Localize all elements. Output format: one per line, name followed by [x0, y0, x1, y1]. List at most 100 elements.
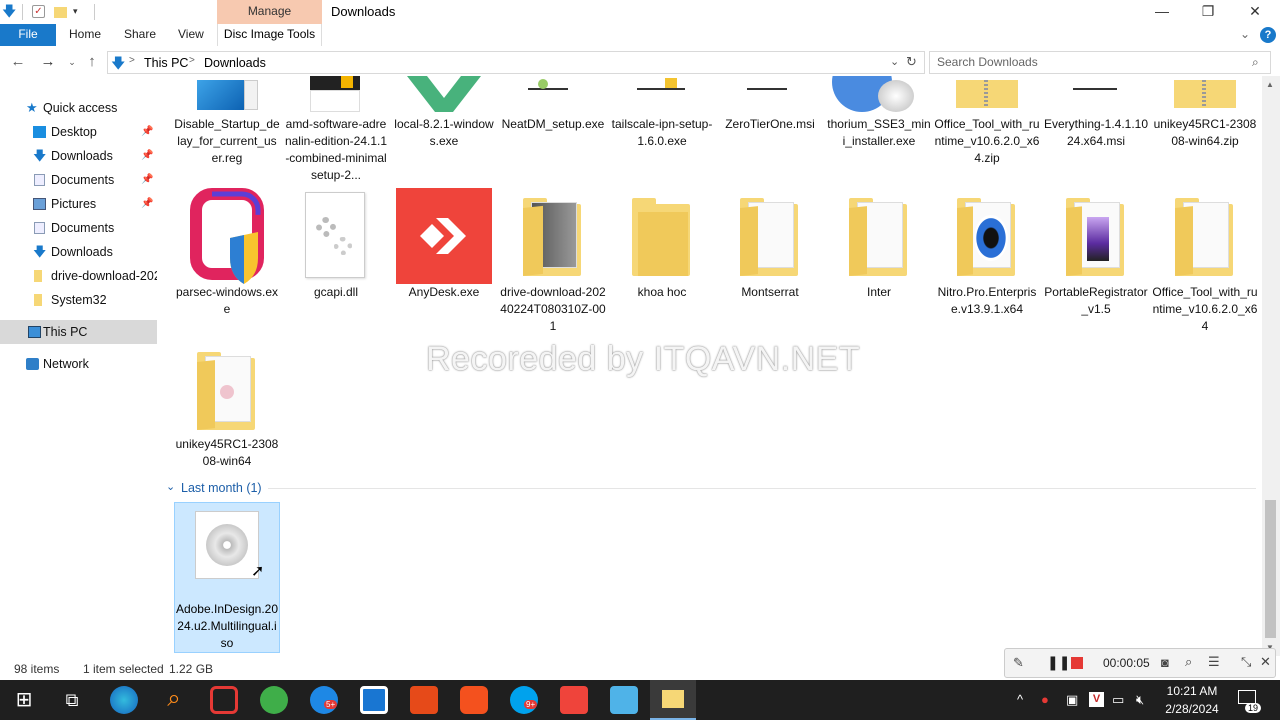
sidebar-item-documents[interactable]: Documents 📌 [0, 168, 157, 192]
pdf-app-icon[interactable] [410, 686, 438, 714]
zalo-icon[interactable]: 5+ [310, 686, 338, 714]
display-icon[interactable]: ▣ [1066, 692, 1078, 708]
zip-folder-icon [934, 76, 1040, 112]
clock-time[interactable]: 10:21 AM [1160, 684, 1224, 698]
group-header-last-month[interactable]: ⌄ Last month (1) [166, 480, 1256, 498]
sidebar-item-pictures[interactable]: Pictures 📌 [0, 192, 157, 216]
tab-home[interactable]: Home [69, 24, 101, 46]
minimize-recorder-icon[interactable]: ⤡ [1241, 654, 1251, 670]
list-item[interactable]: Montserrat [717, 186, 823, 326]
zoom-icon[interactable]: ⌕ [1185, 654, 1192, 670]
sidebar-item-downloads-2[interactable]: 🡇 Downloads [0, 240, 157, 264]
sidebar-item-system32[interactable]: System32 [0, 288, 157, 312]
edge-icon[interactable] [110, 686, 138, 714]
documents-icon [34, 174, 45, 186]
file-name: AnyDesk.exe [408, 285, 480, 299]
list-item[interactable]: unikey45RC1-230808-win64 [174, 346, 280, 476]
list-item[interactable]: local-8.2.1-windows.exe [391, 76, 497, 186]
close-button[interactable]: ✕ [1232, 0, 1278, 24]
properties-icon[interactable]: ✓ [32, 5, 45, 18]
restore-button[interactable]: ❐ [1185, 0, 1231, 24]
camera-icon[interactable]: ◙ [1161, 655, 1169, 670]
up-arrow-icon[interactable]: ↑ [82, 52, 102, 72]
windows-start-icon[interactable]: ⊞ [10, 686, 38, 714]
zip-folder-icon [1152, 76, 1258, 112]
help-icon[interactable]: ? [1260, 27, 1276, 43]
recorder-app-icon[interactable] [210, 686, 238, 714]
camera-app-icon[interactable] [460, 686, 488, 714]
list-item[interactable]: AnyDesk.exe [391, 186, 497, 326]
back-arrow-icon[interactable]: ← [8, 52, 28, 72]
tab-file[interactable]: File [0, 24, 56, 46]
list-item[interactable]: tailscale-ipn-setup-1.6.0.exe [609, 76, 715, 186]
list-item[interactable]: Nitro.Pro.Enterprise.v13.9.1.x64 [934, 186, 1040, 326]
collapse-ribbon-icon[interactable]: ⌄ [1240, 27, 1250, 41]
list-item[interactable]: Disable_Startup_delay_for_current_user.r… [174, 76, 280, 186]
notifications-icon[interactable] [1238, 690, 1256, 704]
sidebar-item-desktop[interactable]: Desktop 📌 [0, 120, 157, 144]
anydesk-taskbar-icon[interactable] [560, 686, 588, 714]
list-item[interactable]: Everything-1.4.1.1024.x64.msi [1043, 76, 1149, 186]
tab-view[interactable]: View [178, 24, 204, 46]
sidebar-item-network[interactable]: Network [0, 352, 157, 376]
list-item[interactable]: thorium_SSE3_mini_installer.exe [826, 76, 932, 186]
list-item[interactable]: amd-software-adrenalin-edition-24.1.1-co… [283, 76, 389, 186]
divider [94, 4, 95, 20]
address-bar[interactable]: 🡇 > This PC > Downloads ⌄ ↻ [107, 51, 925, 74]
breadcrumb-this-pc[interactable]: This PC [144, 56, 188, 70]
pen-icon[interactable]: ✎ [1013, 655, 1024, 671]
list-item[interactable]: Inter [826, 186, 932, 326]
list-item[interactable]: parsec-windows.exe [174, 186, 280, 326]
list-item[interactable]: khoa hoc [609, 186, 715, 326]
file-name: local-8.2.1-windows.exe [394, 117, 494, 148]
skype-icon[interactable]: 9+ [510, 686, 538, 714]
tab-disc-image-tools[interactable]: Disc Image Tools [217, 24, 322, 46]
show-hidden-icons[interactable]: ^ [1017, 692, 1023, 707]
network-tray-icon[interactable]: ▭ [1112, 692, 1124, 708]
selected-list-item[interactable]: ➚ Adobe.InDesign.2024.u2.Multilingual.is… [174, 502, 280, 653]
file-explorer-taskbar-button[interactable] [650, 680, 696, 720]
comment-icon[interactable]: ☰ [1208, 654, 1220, 670]
sidebar-item-quick-access[interactable]: ★ Quick access [0, 96, 157, 120]
app-green-icon[interactable] [260, 686, 288, 714]
list-item[interactable]: gcapi.dll [283, 186, 389, 326]
scrollbar-thumb[interactable] [1265, 500, 1276, 638]
list-item[interactable]: unikey45RC1-230808-win64.zip [1152, 76, 1258, 186]
new-folder-icon[interactable] [54, 7, 67, 18]
sidebar-item-documents-2[interactable]: Documents [0, 216, 157, 240]
download-arrow-icon[interactable]: 🡇 [2, 4, 18, 20]
search-input[interactable]: Search Downloads [929, 51, 1271, 74]
forward-arrow-icon[interactable]: → [38, 52, 58, 72]
refresh-icon[interactable]: ↻ [906, 54, 917, 70]
pause-icon[interactable]: ❚❚ [1047, 654, 1070, 671]
list-item[interactable]: Office_Tool_with_runtime_v10.6.2.0_x64.z… [934, 76, 1040, 186]
close-recorder-icon[interactable]: ✕ [1260, 654, 1271, 670]
list-item[interactable]: PortableRegistrator_v1.5 [1043, 186, 1149, 326]
manage-tab[interactable]: Manage [217, 0, 322, 24]
stop-icon[interactable] [1071, 657, 1083, 669]
desktop-icon [33, 126, 46, 138]
minimize-button[interactable]: — [1139, 0, 1185, 24]
list-item[interactable]: Office_Tool_with_runtime_v10.6.2.0_x64 [1152, 186, 1258, 333]
breadcrumb-downloads[interactable]: Downloads [204, 56, 266, 70]
recent-locations-icon[interactable]: ⌄ [62, 52, 82, 72]
list-item[interactable]: drive-download-20240224T080310Z-001 [500, 186, 606, 333]
task-view-icon[interactable]: ⧉ [58, 686, 86, 714]
disk-tool-icon[interactable] [610, 686, 638, 714]
clock-date[interactable]: 2/28/2024 [1160, 702, 1224, 716]
scroll-up-icon[interactable]: ▲ [1266, 80, 1274, 89]
sidebar-item-drive-download[interactable]: drive-download-202 [0, 264, 157, 288]
recorder-tray-icon[interactable]: ● [1041, 692, 1049, 707]
sync-app-icon[interactable] [360, 686, 388, 714]
list-item[interactable]: ZeroTierOne.msi [717, 76, 823, 186]
sidebar-item-downloads[interactable]: 🡇 Downloads 📌 [0, 144, 157, 168]
customize-toolbar-icon[interactable]: ▾ [73, 6, 89, 22]
tab-share[interactable]: Share [124, 24, 156, 46]
list-item[interactable]: NeatDM_setup.exe [500, 76, 606, 186]
volume-muted-icon[interactable]: 🔇︎ [1136, 692, 1144, 708]
search-app-icon[interactable]: ⌕ [160, 686, 188, 714]
address-dropdown-icon[interactable]: ⌄ [890, 55, 899, 68]
sidebar-item-this-pc[interactable]: This PC [0, 320, 157, 344]
unikey-icon[interactable]: V [1089, 692, 1104, 707]
anydesk-icon [391, 188, 497, 284]
